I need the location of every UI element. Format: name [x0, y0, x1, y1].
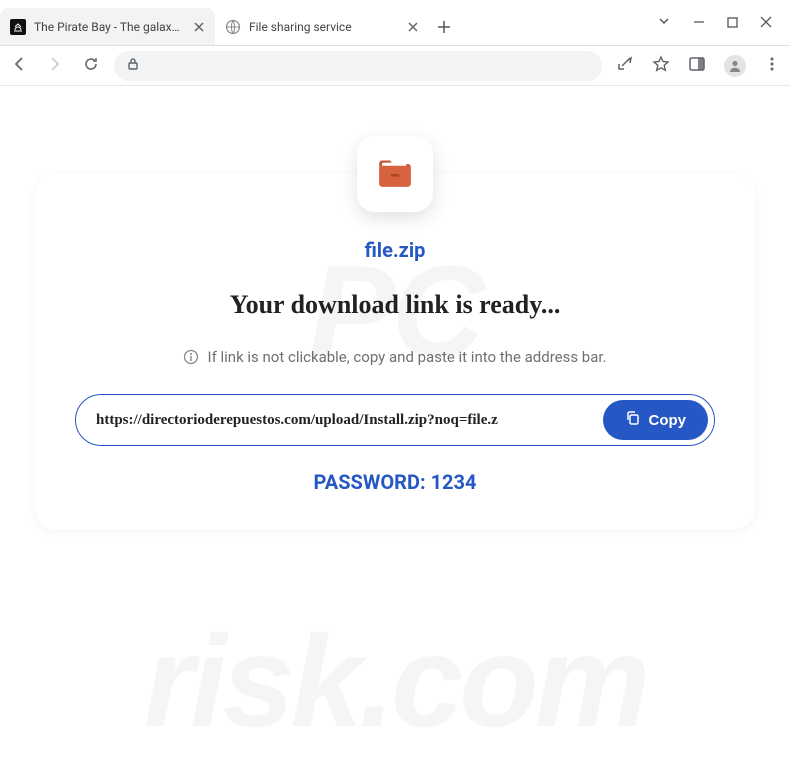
globe-icon [225, 19, 241, 35]
watermark: risk.com [0, 606, 790, 756]
info-icon [183, 349, 199, 365]
window-titlebar: The Pirate Bay - The galaxy's mos File s… [0, 0, 790, 46]
forward-button[interactable] [46, 55, 64, 77]
tab-file-sharing[interactable]: File sharing service [215, 8, 430, 45]
download-heading: Your download link is ready... [75, 290, 715, 320]
window-controls [639, 0, 790, 45]
password-label: PASSWORD: 1234 [75, 470, 715, 494]
hint-text: If link is not clickable, copy and paste… [75, 348, 715, 366]
tab-strip: The Pirate Bay - The galaxy's mos File s… [0, 0, 639, 45]
download-link-row: https://directorioderepuestos.com/upload… [75, 394, 715, 446]
close-icon[interactable] [193, 20, 205, 34]
maximize-icon[interactable] [727, 13, 738, 32]
share-icon[interactable] [616, 55, 634, 77]
minimize-icon[interactable] [693, 13, 705, 32]
reload-button[interactable] [82, 55, 100, 77]
tab-title: File sharing service [249, 20, 352, 34]
copy-label: Copy [649, 412, 687, 429]
new-tab-button[interactable] [430, 8, 458, 45]
copy-icon [625, 410, 641, 430]
browser-toolbar [0, 46, 790, 86]
hint-label: If link is not clickable, copy and paste… [207, 348, 606, 366]
toolbar-actions [616, 55, 780, 77]
profile-avatar[interactable] [724, 55, 746, 77]
tab-title: The Pirate Bay - The galaxy's mos [34, 20, 185, 34]
address-bar[interactable] [114, 51, 602, 81]
back-button[interactable] [10, 55, 28, 77]
download-url[interactable]: https://directorioderepuestos.com/upload… [96, 412, 603, 429]
close-icon[interactable] [406, 20, 420, 34]
page-content: PC risk.com file.zip Your download link … [0, 86, 790, 550]
chevron-down-icon[interactable] [657, 13, 671, 32]
close-icon[interactable] [760, 13, 772, 32]
copy-button[interactable]: Copy [603, 400, 709, 440]
side-panel-icon[interactable] [688, 55, 706, 77]
bookmark-icon[interactable] [652, 55, 670, 77]
favicon-piratebay [10, 19, 26, 35]
menu-icon[interactable] [764, 56, 780, 76]
tab-pirate-bay[interactable]: The Pirate Bay - The galaxy's mos [0, 8, 215, 45]
folder-icon [357, 136, 433, 212]
download-card: file.zip Your download link is ready... … [35, 174, 755, 530]
lock-icon [126, 56, 140, 75]
filename: file.zip [75, 238, 715, 262]
nav-arrows [10, 55, 100, 77]
